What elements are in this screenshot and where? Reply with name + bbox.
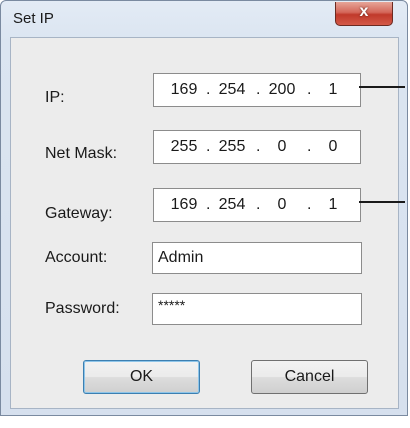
gateway-label: Gateway: xyxy=(45,205,113,222)
password-value: ***** xyxy=(158,297,186,313)
gateway-octet-3[interactable]: 0 xyxy=(264,196,300,214)
gateway-field-pointer-line xyxy=(359,201,405,203)
cancel-button[interactable]: Cancel xyxy=(251,360,368,394)
net-mask-octet-1[interactable]: 255 xyxy=(166,138,202,156)
gateway-octet-2[interactable]: 254 xyxy=(214,196,250,214)
gateway-octet-4[interactable]: 1 xyxy=(315,196,351,214)
net-mask-dot-2: . xyxy=(256,138,261,155)
net-mask-dot-1: . xyxy=(206,138,211,155)
gateway-dot-2: . xyxy=(256,196,261,213)
ip-label: IP: xyxy=(45,89,65,106)
password-input[interactable]: ***** xyxy=(152,293,362,325)
account-value: Admin xyxy=(158,249,204,266)
account-input[interactable]: Admin xyxy=(152,242,362,274)
close-button[interactable]: x xyxy=(335,2,393,26)
ip-address-field[interactable]: 169 . 254 . 200 . 1 xyxy=(153,73,361,107)
ip-octet-2[interactable]: 254 xyxy=(214,81,250,99)
net-mask-label: Net Mask: xyxy=(45,145,118,162)
ok-button[interactable]: OK xyxy=(83,360,200,394)
dialog-client-area: IP: 169 . 254 . 200 . 1 Net Mask: 255 . … xyxy=(10,37,399,409)
ip-octet-4[interactable]: 1 xyxy=(315,81,351,99)
account-label: Account: xyxy=(45,249,108,266)
gateway-field[interactable]: 169 . 254 . 0 . 1 xyxy=(153,188,361,222)
ip-dot-1: . xyxy=(206,81,211,98)
ip-octet-1[interactable]: 169 xyxy=(166,81,202,99)
window-title: Set IP xyxy=(13,10,54,27)
gateway-dot-3: . xyxy=(307,196,312,213)
net-mask-octet-4[interactable]: 0 xyxy=(315,138,351,156)
net-mask-dot-3: . xyxy=(307,138,312,155)
title-bar[interactable]: Set IP x xyxy=(1,1,407,37)
dialog-window: Set IP x IP: 169 . 254 . 200 . 1 Net Mas… xyxy=(0,0,408,416)
gateway-dot-1: . xyxy=(206,196,211,213)
close-icon: x xyxy=(359,3,369,20)
net-mask-octet-2[interactable]: 255 xyxy=(214,138,250,156)
net-mask-octet-3[interactable]: 0 xyxy=(264,138,300,156)
gateway-octet-1[interactable]: 169 xyxy=(166,196,202,214)
ip-octet-3[interactable]: 200 xyxy=(264,81,300,99)
ip-dot-2: . xyxy=(256,81,261,98)
password-label: Password: xyxy=(45,300,120,317)
ip-dot-3: . xyxy=(307,81,312,98)
net-mask-field[interactable]: 255 . 255 . 0 . 0 xyxy=(153,130,361,164)
ip-field-pointer-line xyxy=(359,86,405,88)
